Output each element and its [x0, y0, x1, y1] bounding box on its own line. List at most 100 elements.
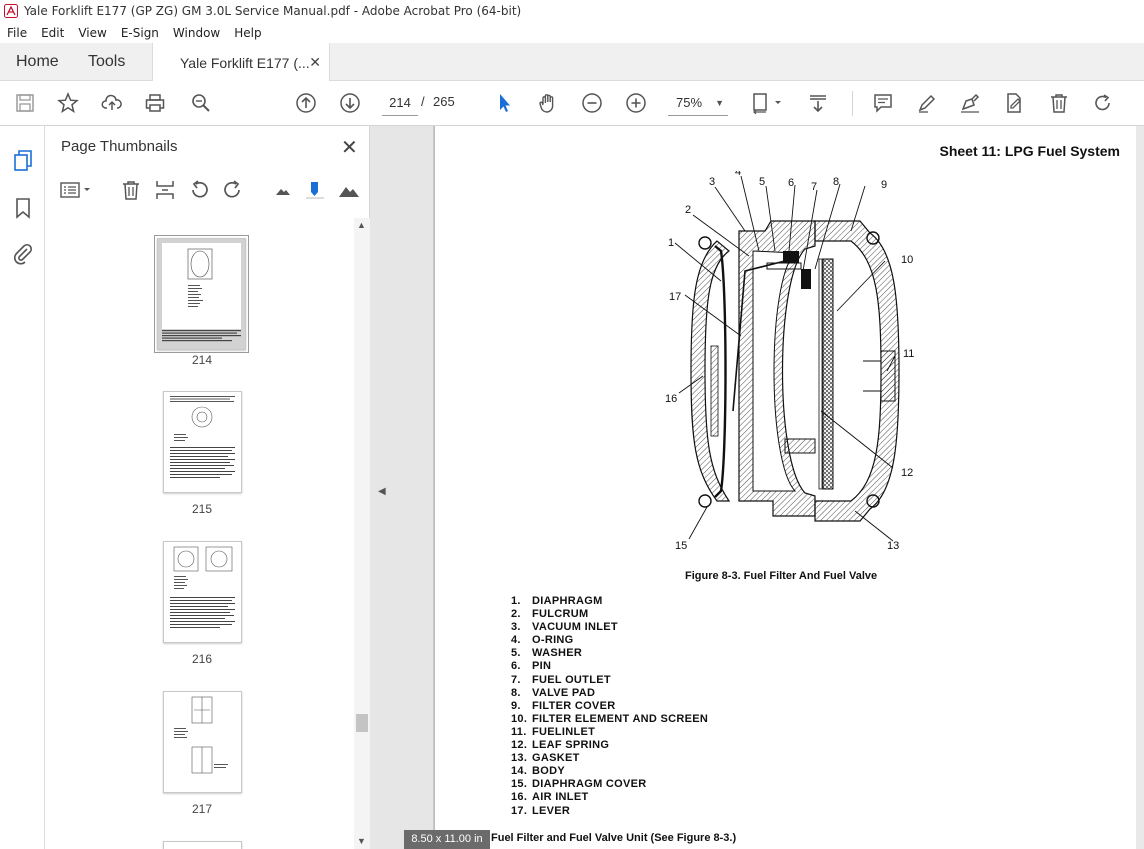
print-icon[interactable] [142, 91, 168, 115]
page-gutter [396, 126, 434, 849]
insert-page-icon[interactable] [153, 178, 177, 202]
zoom-out-icon[interactable] [579, 91, 605, 115]
tab-document-label: Yale Forklift E177 (... [180, 54, 310, 71]
next-page-icon[interactable] [337, 91, 363, 115]
tab-home[interactable]: Home [16, 43, 59, 81]
close-panel-icon[interactable]: ✕ [341, 135, 358, 160]
page-separator: / [421, 94, 425, 109]
legend-item: 12. LEAF SPRING [511, 739, 610, 752]
menu-view[interactable]: View [71, 26, 113, 40]
small-thumbnails-icon[interactable] [271, 178, 295, 202]
pdf-page: Sheet 11: LPG Fuel System 1 2 3 4 5 6 7 … [434, 126, 1136, 849]
zoom-search-icon[interactable] [188, 91, 214, 115]
thumbnail-preview [170, 546, 235, 628]
callout-8: 8 [833, 176, 839, 188]
legend-item: 4. O-RING [511, 634, 574, 647]
callout-3: 3 [709, 176, 715, 188]
callout-15: 15 [675, 540, 687, 552]
scrollbar-thumb[interactable] [356, 714, 368, 732]
page-number-input[interactable]: 214 [382, 90, 418, 116]
thumbnail-preview [158, 239, 245, 349]
attachment-icon[interactable] [11, 241, 35, 265]
fuel-filter-diagram: 1 2 3 4 5 6 7 8 9 10 11 12 13 15 16 17 [665, 171, 914, 552]
figure-caption: Figure 8-3. Fuel Filter And Fuel Valve [685, 570, 878, 582]
thumbnail-page-217[interactable] [163, 691, 242, 793]
document-scrollbar[interactable] [1136, 126, 1144, 849]
scroll-up-icon[interactable]: ▲ [357, 220, 366, 230]
legend-item: 16. AIR INLET [511, 791, 589, 804]
legend-item: 2. FULCRUM [511, 608, 589, 621]
save-icon[interactable] [12, 91, 38, 115]
cloud-upload-icon[interactable] [99, 91, 125, 115]
rotate-right-icon[interactable] [221, 178, 245, 202]
tab-bar: Home Tools Yale Forklift E177 (... ✕ [0, 43, 1144, 82]
large-thumbnails-icon[interactable] [337, 178, 361, 202]
sheet-title: Sheet 11: LPG Fuel System [939, 143, 1120, 159]
scroll-down-icon[interactable]: ▼ [357, 836, 366, 846]
select-cursor-icon[interactable] [491, 91, 517, 115]
page-fit-icon[interactable] [749, 91, 787, 115]
highlight-pen-icon[interactable] [914, 91, 940, 115]
options-menu-icon[interactable] [59, 178, 95, 202]
bookmark-icon[interactable] [11, 196, 35, 220]
scroll-mode-icon[interactable] [805, 91, 831, 115]
close-tab-icon[interactable]: ✕ [309, 54, 321, 71]
menu-file[interactable]: File [0, 26, 34, 40]
acrobat-app-icon [4, 4, 18, 18]
thumbnail-label-215: 215 [191, 502, 213, 516]
main-toolbar: 214 / 265 75% ▼ [0, 81, 1144, 126]
delete-icon[interactable] [1046, 91, 1072, 115]
panel-title: Page Thumbnails [61, 138, 178, 155]
comment-icon[interactable] [870, 91, 896, 115]
tab-tools[interactable]: Tools [88, 43, 125, 81]
thumbnail-page-216[interactable] [163, 541, 242, 643]
callout-7: 7 [811, 181, 817, 193]
thumbnail-label-214: 214 [191, 353, 213, 367]
rotate-icon[interactable] [1090, 91, 1116, 115]
thumbnail-preview [170, 396, 235, 478]
thumbnail-scrollbar[interactable]: ▲ ▼ [354, 218, 370, 849]
thumbnail-page-214[interactable] [154, 235, 249, 353]
zoom-level-select[interactable]: 75% ▼ [668, 90, 728, 116]
star-icon[interactable] [55, 91, 81, 115]
rotate-left-icon[interactable] [187, 178, 211, 202]
thumbnail-page-218[interactable] [163, 841, 242, 849]
menu-edit[interactable]: Edit [34, 26, 71, 40]
legend-item: 15. DIAPHRAGM COVER [511, 778, 647, 791]
sign-pen-icon[interactable] [957, 91, 983, 115]
section-heading: Fuel Filter and Fuel Valve Unit (See Fig… [491, 832, 737, 844]
legend-item: 7. FUEL OUTLET [511, 673, 611, 686]
page-thumbnails-icon[interactable] [11, 148, 35, 172]
legend-item: 10. FILTER ELEMENT AND SCREEN [511, 712, 709, 725]
menu-help[interactable]: Help [227, 26, 268, 40]
callout-1: 1 [668, 237, 674, 249]
callout-4: 4 [735, 171, 741, 178]
callout-13: 13 [887, 540, 899, 552]
callout-12: 12 [901, 467, 913, 479]
callout-5: 5 [759, 176, 765, 188]
hand-tool-icon[interactable] [535, 91, 561, 115]
parts-legend: 1. DIAPHRAGM 2. FULCRUM 3. VACUUM INLET 4. O… [511, 595, 708, 818]
legend-item: 5. WASHER [511, 647, 583, 660]
callout-6: 6 [788, 177, 794, 189]
page-thumbnails-panel: Page Thumbnails ✕ 214 215 216 217 [45, 126, 370, 849]
tab-document[interactable]: Yale Forklift E177 (... ✕ [152, 43, 330, 82]
thumbnail-size-slider-icon[interactable] [303, 178, 327, 202]
left-navigation-rail [0, 126, 45, 849]
page-size-indicator: 8.50 x 11.00 in [404, 830, 490, 849]
thumbnail-label-216: 216 [191, 652, 213, 666]
thumbnail-page-215[interactable] [163, 391, 242, 493]
zoom-in-icon[interactable] [623, 91, 649, 115]
thumbnail-label-217: 217 [191, 802, 213, 816]
edit-pdf-icon[interactable] [1001, 91, 1027, 115]
legend-item: 14. BODY [511, 765, 565, 778]
menu-esign[interactable]: E-Sign [114, 26, 166, 40]
callout-2: 2 [685, 204, 691, 216]
delete-page-icon[interactable] [119, 178, 143, 202]
legend-item: 11. FUELINLET [511, 725, 596, 738]
collapse-panel-icon[interactable]: ◀ [378, 486, 386, 497]
previous-page-icon[interactable] [293, 91, 319, 115]
callout-10: 10 [901, 254, 913, 266]
menu-window[interactable]: Window [166, 26, 227, 40]
title-bar: Yale Forklift E177 (GP ZG) GM 3.0L Servi… [0, 0, 1144, 22]
